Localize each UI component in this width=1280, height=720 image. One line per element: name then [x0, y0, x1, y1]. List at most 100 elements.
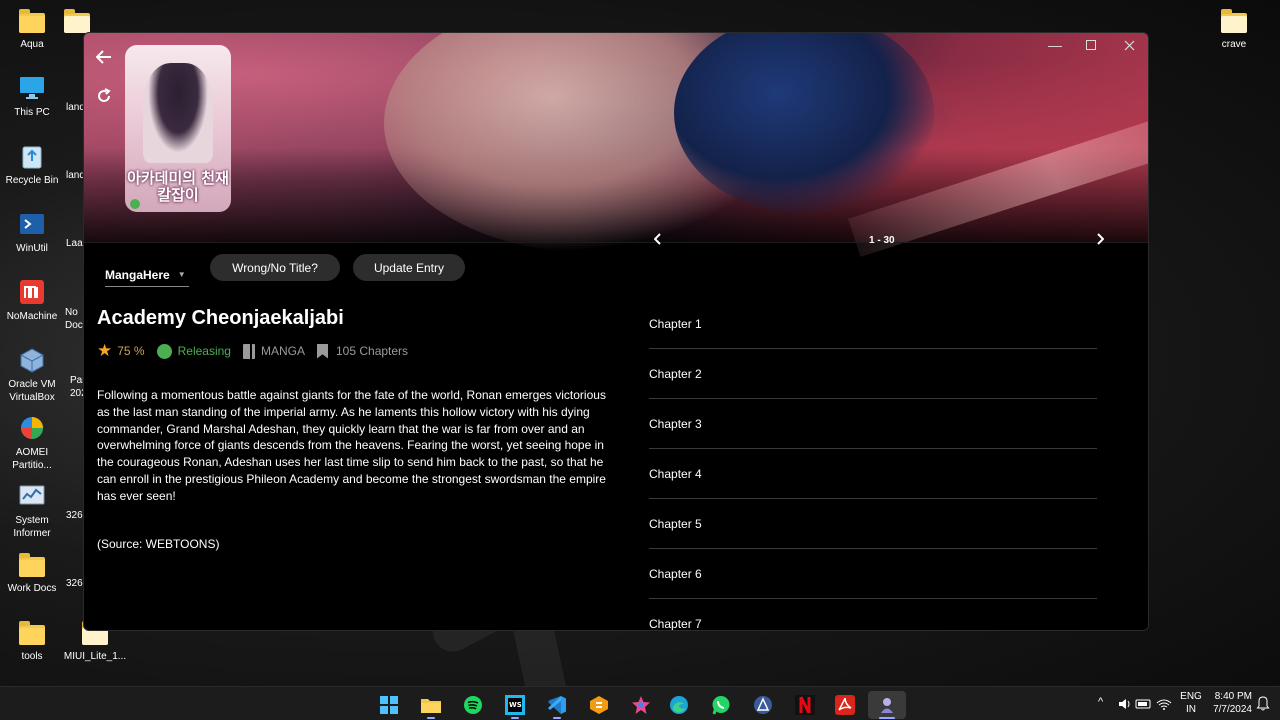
svg-text:WS: WS [509, 701, 522, 709]
desktop-icon-label: tools [21, 651, 43, 662]
start-button[interactable] [372, 691, 406, 719]
minimize-button[interactable]: — [1036, 35, 1074, 55]
desktop-icon-winutil[interactable]: WinUtil [0, 210, 64, 255]
wrong-title-button[interactable]: Wrong/No Title? [210, 254, 340, 281]
description: Following a momentous battle against gia… [97, 388, 606, 503]
start-icon [380, 696, 398, 714]
clock[interactable]: 8:40 PM 7/7/2024 [1204, 690, 1252, 716]
desktop-icon-label: 326 [66, 578, 83, 589]
pager-next-button[interactable] [1096, 232, 1105, 248]
back-button[interactable] [92, 45, 116, 69]
update-entry-button[interactable]: Update Entry [353, 254, 465, 281]
desktop-icon-aqua[interactable]: Aqua [0, 6, 64, 51]
taskbar-whatsapp[interactable] [704, 691, 738, 719]
desktop-icon-system-informer[interactable]: System Informer [0, 482, 64, 540]
desktop-icon-nomachine[interactable]: NoMachine [0, 278, 64, 323]
volume-icon [1119, 699, 1126, 709]
taskbar-webstorm[interactable]: WS [498, 691, 532, 719]
status-circle-icon [156, 343, 172, 359]
manga-app-window: 아카데미의 천재칼잡이 — 1 - 30 MangaHere ▼ Wrong/N… [83, 32, 1149, 631]
taskbar-acrobat[interactable] [828, 691, 862, 719]
taskbar-edge[interactable] [662, 691, 696, 719]
time: 8:40 PM [1214, 691, 1252, 702]
taskbar-delta[interactable] [746, 691, 780, 719]
format-value: MANGA [260, 344, 305, 358]
status: Releasing [156, 343, 231, 359]
star-icon: ★ [97, 341, 113, 360]
chapter-count: 105 Chapters [317, 343, 409, 359]
edge-icon [670, 696, 688, 714]
folder-icon [18, 550, 46, 578]
monitor-icon [18, 74, 46, 102]
desktop-icon-aomei[interactable]: AOMEI Partitio... [0, 414, 64, 472]
desktop-icon-this-pc[interactable]: This PC [0, 74, 64, 119]
wifi-icon [1156, 699, 1172, 708]
chapter-list: Chapter 1 Chapter 2 Chapter 3 Chapter 4 … [649, 299, 1097, 630]
nomachine-icon [18, 278, 46, 306]
desktop-icon-label: Par 202 [70, 375, 87, 399]
arrow-left-icon [96, 50, 111, 64]
desktop-icon-label: crave [1221, 39, 1247, 50]
chapter-item[interactable]: Chapter 3 [649, 399, 1097, 449]
region: IN [1186, 704, 1196, 715]
close-button[interactable] [1110, 35, 1148, 55]
taskbar-manga-app[interactable] [868, 691, 906, 719]
desktop-icon-label: No Doc [65, 307, 83, 331]
desktop-icon-label: MIUI_Lite_1... [63, 651, 127, 662]
desktop-icon-recycle-bin[interactable]: Recycle Bin [0, 142, 64, 187]
desktop-icon-label: This PC [14, 107, 50, 118]
chapter-item[interactable]: Chapter 5 [649, 499, 1097, 549]
taskbar-file-explorer[interactable] [414, 691, 448, 719]
chapter-count-value: 105 Chapters [336, 344, 409, 358]
pager-prev-button[interactable] [653, 232, 662, 248]
webstorm-icon: WS [505, 695, 525, 715]
chapter-item[interactable]: Chapter 7 [649, 599, 1097, 630]
desktop-icon-label: NoMachine [6, 311, 58, 322]
desktop-icon-label: AOMEI Partitio... [12, 447, 52, 471]
language-indicator[interactable]: ENG IN [1180, 690, 1202, 716]
source-note: (Source: WEBTOONS) [97, 537, 220, 551]
chapter-item[interactable]: Chapter 2 [649, 349, 1097, 399]
notification-bell-icon[interactable] [1256, 695, 1270, 714]
tray-chevron-up-icon[interactable]: ^ [1098, 696, 1103, 708]
desktop-icon-tools[interactable]: tools [0, 618, 64, 663]
desktop-icon-label: System Informer [13, 515, 51, 539]
spotify-icon [464, 696, 482, 714]
whatsapp-icon [712, 696, 730, 715]
desktop-icon-crave[interactable]: crave [1202, 6, 1266, 51]
desktop-icon-label: Oracle VM VirtualBox [8, 379, 56, 403]
taskbar-spotify[interactable] [456, 691, 490, 719]
status-value: Releasing [177, 344, 231, 358]
chapter-pager: 1 - 30 [644, 232, 1114, 250]
aomei-icon [18, 414, 46, 442]
taskbar-git[interactable] [582, 691, 616, 719]
source-selected: MangaHere [105, 267, 170, 282]
desktop-icon-virtualbox[interactable]: Oracle VM VirtualBox [0, 346, 64, 404]
taskbar-vscode[interactable] [540, 691, 574, 719]
maximize-icon [1086, 40, 1096, 50]
terminal-icon [18, 210, 46, 238]
taskbar: WS ^ ENG IN 8:40 PM 7/7/2024 [0, 686, 1280, 720]
folder-icon [1220, 6, 1248, 34]
cover-image: 아카데미의 천재칼잡이 [125, 45, 231, 212]
refresh-icon [98, 88, 111, 102]
date: 7/7/2024 [1213, 704, 1252, 715]
taskbar-photos[interactable] [624, 691, 658, 719]
folder-icon [18, 618, 46, 646]
desktop-icon-work-docs[interactable]: Work Docs [0, 550, 64, 595]
close-icon [1124, 40, 1134, 50]
virtualbox-icon [18, 346, 46, 374]
desktop-icon-label: WinUtil [16, 243, 48, 254]
maximize-button[interactable] [1072, 35, 1110, 55]
desktop-icon-label: Aqua [20, 39, 44, 50]
taskbar-netflix[interactable] [788, 691, 822, 719]
file-explorer-icon [421, 699, 441, 713]
chapter-item[interactable]: Chapter 1 [649, 299, 1097, 349]
chapter-item[interactable]: Chapter 4 [649, 449, 1097, 499]
desktop-icon-label: Work Docs [7, 583, 57, 594]
chapter-item[interactable]: Chapter 6 [649, 549, 1097, 599]
source-dropdown[interactable]: MangaHere ▼ [105, 263, 189, 287]
caret-down-icon: ▼ [177, 270, 186, 279]
refresh-button[interactable] [92, 84, 116, 108]
vscode-icon [548, 696, 566, 714]
